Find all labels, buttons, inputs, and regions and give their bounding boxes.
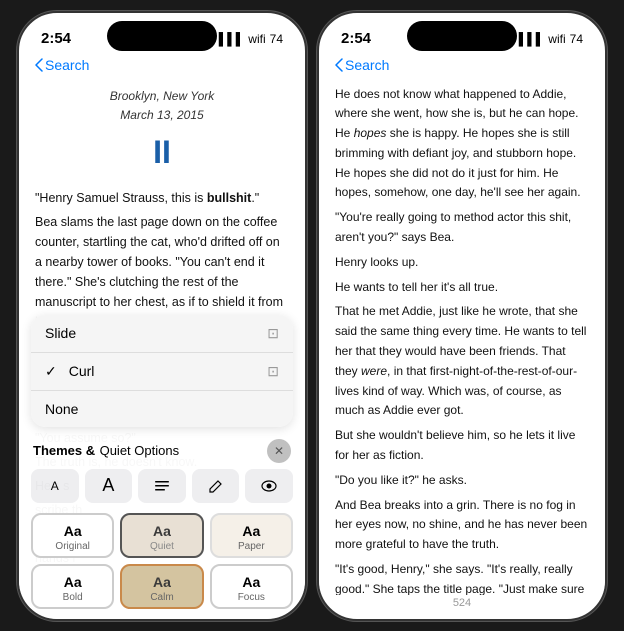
book-para-0: "Henry Samuel Strauss, this is bullshit.… <box>35 188 289 208</box>
page-number: 524 <box>319 595 605 615</box>
theme-bold-text: Aa <box>41 574 104 590</box>
none-label: None <box>45 401 78 417</box>
transition-curl[interactable]: ✓ Curl ⊡ <box>31 353 293 391</box>
theme-quiet-card[interactable]: Aa Quiet <box>120 513 203 558</box>
bottom-panel: Slide ⊡ ✓ Curl ⊡ None <box>19 315 305 619</box>
status-icons-right: ▌▌▌ wifi 74 <box>519 32 583 46</box>
themes-options-row: Themes & Quiet Options ✕ <box>19 433 305 465</box>
font-row: A A <box>19 465 305 507</box>
font-decrease-button[interactable]: A <box>31 469 79 503</box>
right-para-6: "Do you like it?" he asks. <box>335 471 589 491</box>
status-time-right: 2:54 <box>341 30 371 47</box>
font-style-button[interactable] <box>138 469 186 503</box>
edit-button[interactable] <box>192 469 240 503</box>
right-para-7: And Bea breaks into a grin. There is no … <box>335 496 589 555</box>
themes-grid: Aa Original Aa Quiet Aa Paper <box>19 507 305 619</box>
theme-paper-label: Paper <box>220 541 283 552</box>
book-location: Brooklyn, New York <box>35 87 289 106</box>
transition-none[interactable]: None <box>31 391 293 427</box>
back-label-right: Search <box>345 57 389 73</box>
theme-original-text: Aa <box>41 523 104 539</box>
back-button-right[interactable]: Search <box>335 57 389 73</box>
right-para-2: Henry looks up. <box>335 253 589 273</box>
theme-focus-label: Focus <box>220 592 283 603</box>
theme-quiet-label: Quiet <box>130 541 193 552</box>
right-phone: 2:54 ▌▌▌ wifi 74 Search He does not k <box>317 11 607 621</box>
curl-check: ✓ <box>45 363 57 380</box>
status-time-left: 2:54 <box>41 30 71 47</box>
book-title-section: Brooklyn, New York March 13, 2015 II <box>35 87 289 179</box>
themes-label: Themes & Quiet Options <box>33 442 179 460</box>
theme-quiet-text: Aa <box>130 523 193 539</box>
curl-label: Curl <box>69 363 95 379</box>
theme-calm-label: Calm <box>130 592 193 603</box>
transition-slide[interactable]: Slide ⊡ <box>31 315 293 353</box>
nav-bar-right: Search <box>319 53 605 79</box>
theme-paper-text: Aa <box>220 523 283 539</box>
right-para-5: But she wouldn't believe him, so he lets… <box>335 426 589 466</box>
back-button-left[interactable]: Search <box>35 57 89 73</box>
signal-icon: ▌▌▌ <box>219 32 245 46</box>
transition-menu: Slide ⊡ ✓ Curl ⊡ None <box>31 315 293 427</box>
theme-bold-label: Bold <box>41 592 104 603</box>
theme-focus-card[interactable]: Aa Focus <box>210 564 293 609</box>
right-para-4: That he met Addie, just like he wrote, t… <box>335 302 589 421</box>
right-para-1: "You're really going to method actor thi… <box>335 208 589 248</box>
battery-icon: 74 <box>270 32 283 46</box>
book-date: March 13, 2015 <box>35 106 289 125</box>
slide-label: Slide <box>45 325 76 341</box>
theme-focus-text: Aa <box>220 574 283 590</box>
dynamic-island <box>107 21 217 51</box>
slide-icon: ⊡ <box>267 325 279 342</box>
left-phone: 2:54 ▌▌▌ wifi 74 Search Br <box>17 11 307 621</box>
theme-bold-card[interactable]: Aa Bold <box>31 564 114 609</box>
eye-button[interactable] <box>245 469 293 503</box>
right-para-3: He wants to tell her it's all true. <box>335 278 589 298</box>
battery-icon-right: 74 <box>570 32 583 46</box>
status-icons-left: ▌▌▌ wifi 74 <box>219 32 283 46</box>
font-increase-button[interactable]: A <box>85 469 133 503</box>
curl-icon: ⊡ <box>267 363 279 380</box>
right-para-0: He does not know what happened to Addie,… <box>335 85 589 204</box>
theme-calm-card[interactable]: Aa Calm <box>120 564 203 609</box>
theme-paper-card[interactable]: Aa Paper <box>210 513 293 558</box>
wifi-icon: wifi <box>248 32 265 46</box>
nav-bar-left: Search <box>19 53 305 79</box>
chapter-number: II <box>35 127 289 178</box>
close-button[interactable]: ✕ <box>267 439 291 463</box>
theme-calm-text: Aa <box>130 574 193 590</box>
theme-original-label: Original <box>41 541 104 552</box>
book-content-right: He does not know what happened to Addie,… <box>319 79 605 595</box>
right-para-8: "It's good, Henry," she says. "It's real… <box>335 560 589 594</box>
wifi-icon-right: wifi <box>548 32 565 46</box>
theme-original-card[interactable]: Aa Original <box>31 513 114 558</box>
dynamic-island-right <box>407 21 517 51</box>
back-label-left: Search <box>45 57 89 73</box>
signal-icon-right: ▌▌▌ <box>519 32 545 46</box>
